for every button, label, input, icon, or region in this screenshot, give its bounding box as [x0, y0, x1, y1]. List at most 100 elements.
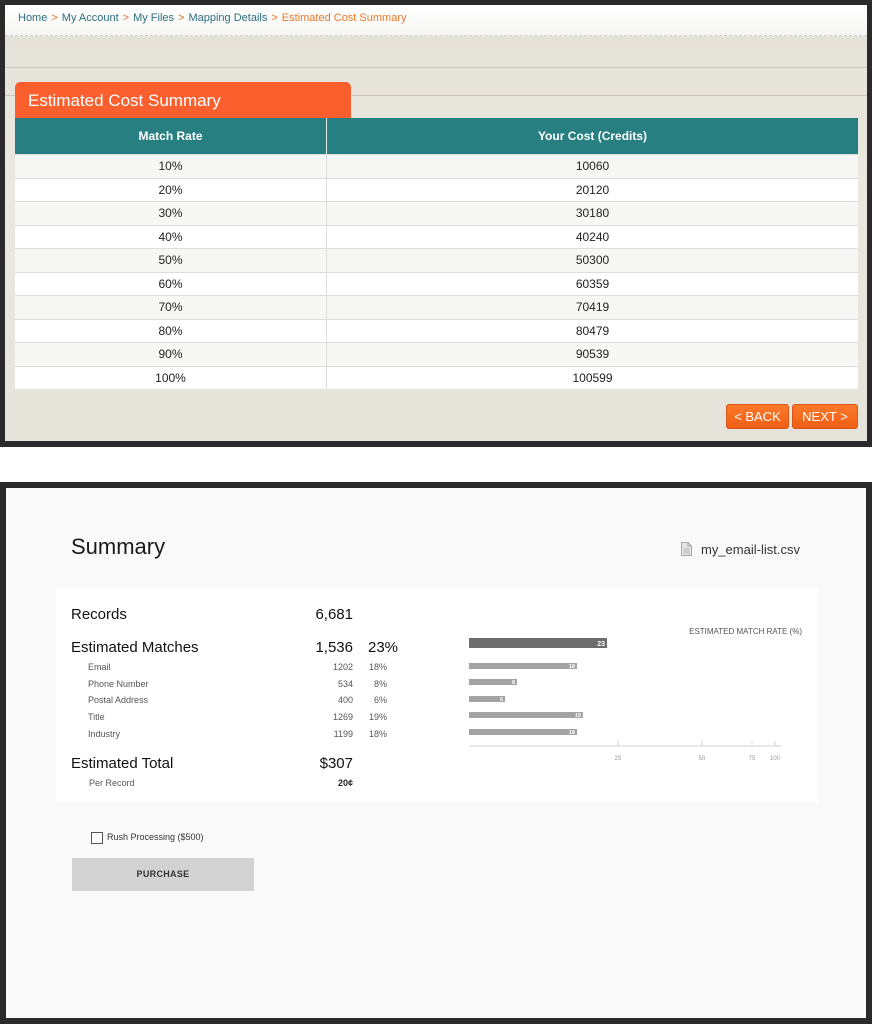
table-row: 70% 70419: [15, 295, 858, 319]
breadcrumb-home[interactable]: Home: [18, 12, 47, 24]
bar-total: [469, 638, 607, 648]
match-rate-cell: 40%: [15, 224, 327, 249]
table-row: 100% 100599: [15, 365, 858, 389]
breadcrumb-separator: >: [51, 12, 58, 24]
match-rate-cell: 80%: [15, 318, 327, 343]
next-button[interactable]: NEXT >: [792, 404, 858, 429]
cost-cell: 20120: [326, 177, 858, 202]
total-label: Estimated Total: [71, 755, 174, 772]
field-count: 400: [337, 695, 353, 705]
breadcrumb-mapping-details[interactable]: Mapping Details: [188, 12, 267, 24]
records-label: Records: [71, 606, 127, 623]
page-title: Summary: [71, 534, 166, 559]
document-icon: [681, 542, 692, 556]
x-tick-label: 50: [699, 756, 706, 762]
breadcrumb-my-files[interactable]: My Files: [133, 12, 174, 24]
match-rate-cell: 20%: [15, 177, 327, 202]
cost-cell: 100599: [326, 365, 858, 389]
per-record-label: Per Record: [89, 778, 135, 788]
matches-label: Estimated Matches: [71, 639, 199, 656]
field-count: 534: [337, 679, 353, 689]
x-tick-label: 25: [615, 756, 622, 762]
bar-value-label: 6: [500, 697, 503, 703]
field-percent: 18%: [368, 662, 387, 672]
bar-field: [469, 679, 517, 685]
column-header-cost: Your Cost (Credits): [326, 118, 858, 155]
table-header-row: Match Rate Your Cost (Credits): [15, 118, 858, 155]
match-rate-cell: 10%: [15, 154, 327, 178]
match-rate-cell: 100%: [15, 365, 327, 389]
bar-value-label: 18: [569, 730, 575, 736]
table-row: 40% 40240: [15, 224, 858, 249]
matches-percent: 23%: [368, 639, 399, 656]
match-rate-cell: 50%: [15, 248, 327, 272]
cost-summary-title: Estimated Cost Summary: [28, 91, 221, 110]
field-percent: 8%: [373, 679, 387, 689]
bar-value-label: 23: [597, 641, 605, 648]
x-tick-label: 75: [749, 756, 756, 762]
summary-card: Records 6,681 Estimated Matches 1,536 23…: [56, 588, 818, 802]
match-rate-cell: 30%: [15, 201, 327, 225]
breadcrumb: Home > My Account > My Files > Mapping Details…: [18, 12, 406, 24]
breadcrumb-current: Estimated Cost Summary: [281, 12, 407, 24]
x-tick-label: 100: [770, 756, 781, 762]
field-label-industry: Industry: [88, 729, 121, 739]
bar-value-label: 8: [512, 680, 515, 686]
breadcrumb-separator: >: [178, 12, 185, 24]
back-button[interactable]: < BACK: [726, 404, 789, 429]
file-name: my_email-list.csv: [701, 542, 800, 557]
cost-summary-panel: Home > My Account > My Files > Mapping Details…: [5, 5, 867, 441]
bar-value-label: 18: [569, 664, 575, 670]
summary-window: Summary my_email-list.csv Records 6,681 …: [0, 482, 872, 1024]
field-label-title: Title: [88, 712, 105, 722]
match-rate-chart: ESTIMATED MATCH RATE (%) 23 18 8 6 19 18 25 50…: [469, 627, 802, 762]
breadcrumb-my-account[interactable]: My Account: [62, 12, 119, 24]
field-percent: 18%: [368, 729, 387, 739]
divider: [5, 67, 867, 68]
purchase-button[interactable]: PURCHASE: [72, 858, 254, 891]
cost-cell: 30180: [326, 201, 858, 225]
cost-cell: 80479: [326, 318, 858, 343]
field-percent: 6%: [373, 695, 387, 705]
rush-processing-checkbox[interactable]: [91, 832, 103, 844]
field-label-postal: Postal Address: [88, 695, 149, 705]
table-row: 60% 60359: [15, 271, 858, 296]
rush-processing-label[interactable]: Rush Processing ($500): [107, 832, 204, 842]
column-header-match-rate: Match Rate: [15, 118, 327, 155]
table-row: 50% 50300: [15, 248, 858, 272]
table-row: 20% 20120: [15, 177, 858, 202]
field-label-email: Email: [88, 662, 111, 672]
table-row: 30% 30180: [15, 201, 858, 225]
match-rate-cell: 70%: [15, 295, 327, 319]
bar-field: [469, 712, 583, 718]
cost-table: Match Rate Your Cost (Credits) 10% 10060 …: [15, 118, 858, 389]
records-value: 6,681: [315, 606, 353, 623]
matches-value: 1,536: [315, 639, 353, 656]
cost-summary-tab: Estimated Cost Summary: [15, 82, 351, 118]
table-row: 80% 80479: [15, 318, 858, 343]
total-value: $307: [319, 755, 353, 772]
cost-cell: 70419: [326, 295, 858, 319]
breadcrumb-separator: >: [271, 12, 278, 24]
summary-panel: Summary my_email-list.csv Records 6,681 …: [6, 488, 866, 1018]
breadcrumb-bar: Home > My Account > My Files > Mapping Details…: [5, 5, 867, 36]
bar-field: [469, 729, 577, 735]
cost-cell: 50300: [326, 248, 858, 272]
match-rate-cell: 60%: [15, 271, 327, 296]
cost-cell: 40240: [326, 224, 858, 249]
field-count: 1202: [332, 662, 353, 672]
cost-summary-window: Home > My Account > My Files > Mapping Details…: [0, 0, 872, 447]
match-rate-cell: 90%: [15, 342, 327, 366]
field-count: 1199: [333, 729, 353, 739]
field-percent: 19%: [368, 712, 387, 722]
per-record-value: 20¢: [337, 778, 353, 788]
chart-title: ESTIMATED MATCH RATE (%): [689, 627, 802, 636]
cost-cell: 90539: [326, 342, 858, 366]
field-count: 1269: [332, 712, 353, 722]
cost-cell: 60359: [326, 271, 858, 296]
bar-value-label: 19: [575, 713, 581, 719]
field-label-phone: Phone Number: [88, 679, 149, 689]
table-row: 90% 90539: [15, 342, 858, 366]
breadcrumb-separator: >: [122, 12, 130, 24]
cost-cell: 10060: [326, 154, 858, 178]
